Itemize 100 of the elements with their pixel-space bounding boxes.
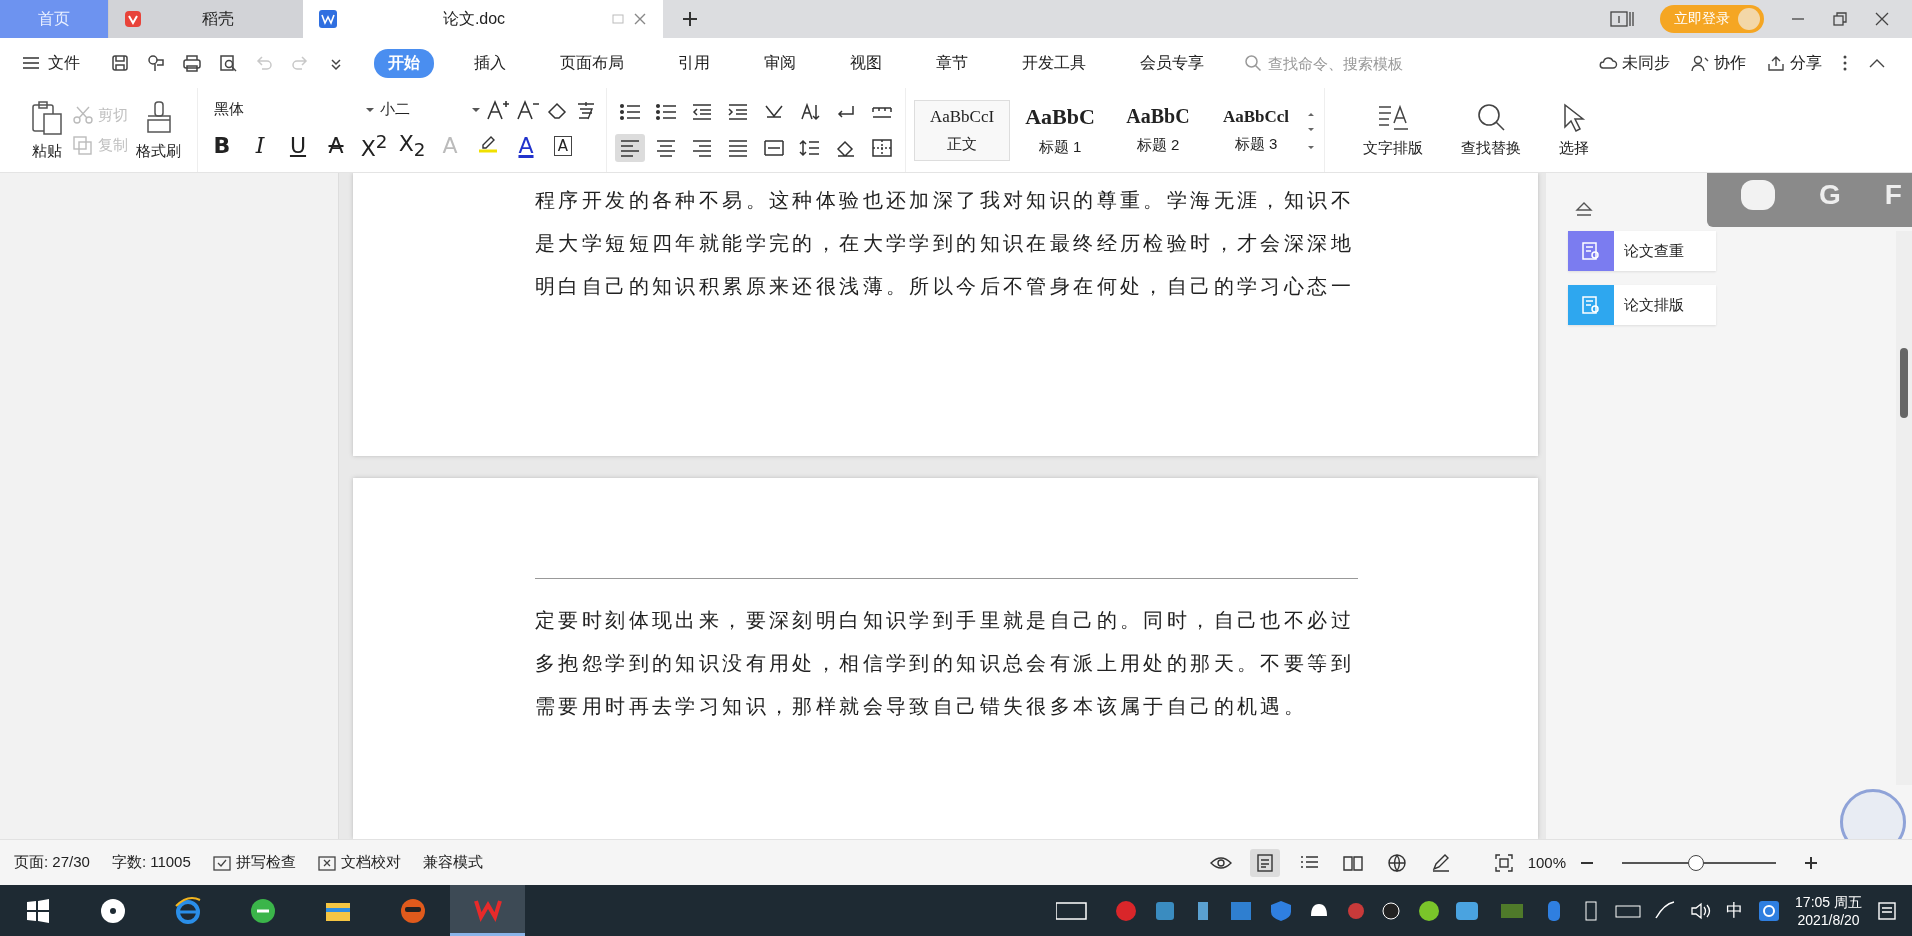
restore-icon[interactable] <box>1832 11 1848 27</box>
cloud-icon <box>1598 54 1618 72</box>
color-button[interactable]: A <box>510 133 542 159</box>
word-count: 字数: 11005 <box>111 853 191 872</box>
align-center-icon <box>655 138 677 158</box>
preview-icon[interactable] <box>218 53 238 73</box>
font-name-dropdown[interactable]: 黑体 <box>206 100 374 120</box>
ribbon-tab[interactable]: 插入 <box>460 48 520 78</box>
input-method-indicator[interactable]: 中 <box>1726 899 1744 922</box>
people-button[interactable]: 协作 <box>1690 52 1746 74</box>
font-size-dropdown[interactable]: 小二 <box>380 100 480 120</box>
indent-icon <box>727 102 749 122</box>
ribbon-tab[interactable]: 会员专享 <box>1126 48 1218 78</box>
compat-mode-label: 兼容模式 <box>422 853 483 872</box>
search-icon <box>1244 54 1262 72</box>
body-text-line: 多抱怨学到的知识没有用处，相信学到的知识总会有派上用处的那天。不要等到 <box>535 650 1355 677</box>
ribbon-tab[interactable]: 页面布局 <box>546 48 638 78</box>
border-button[interactable]: A <box>554 136 572 156</box>
wps-taskbar-icon[interactable] <box>450 885 525 936</box>
more-icon[interactable] <box>1842 54 1848 72</box>
docer-logo-icon <box>125 11 141 27</box>
format-painter-button[interactable]: 格式刷 <box>128 99 189 161</box>
new-tab-icon[interactable] <box>681 10 699 28</box>
writer-doc-icon <box>319 10 337 28</box>
x-box-icon <box>317 854 336 871</box>
style-preset[interactable]: AaBbC 标题 2 <box>1110 98 1206 162</box>
style-preset[interactable]: AaBbC 标题 1 <box>1012 96 1108 164</box>
close-icon[interactable] <box>1874 11 1890 27</box>
people-icon <box>1690 54 1710 72</box>
shrink-font-icon[interactable] <box>516 98 540 121</box>
close-icon[interactable] <box>633 12 647 26</box>
find-replace-button[interactable]: 查找替换 <box>1453 102 1529 158</box>
ribbon-tab[interactable]: 视图 <box>836 48 896 78</box>
justify-icon <box>727 138 749 158</box>
strike-button[interactable]: A <box>320 133 352 159</box>
numbering-icon <box>655 102 677 122</box>
ribbon-tab[interactable]: 引用 <box>664 48 724 78</box>
reading-mode-icon[interactable] <box>1610 10 1634 28</box>
plain-button[interactable]: X$^{2}$ <box>358 130 390 162</box>
share-button[interactable]: 分享 <box>1766 52 1822 74</box>
bullets-icon <box>619 102 641 122</box>
collapse-panel-icon[interactable] <box>1574 201 1594 217</box>
distribute-icon <box>763 138 785 158</box>
underline-button[interactable]: U <box>282 133 314 159</box>
proofread-button[interactable]: 文档校对 <box>317 853 401 872</box>
print-icon[interactable] <box>182 53 202 73</box>
document-search-glyph-icon <box>1580 294 1602 316</box>
align-left-icon <box>619 138 641 158</box>
borders-icon <box>871 138 893 158</box>
save-icon[interactable] <box>110 53 130 73</box>
avatar-icon <box>1738 8 1760 30</box>
scissors-icon <box>72 105 94 125</box>
copy-icon <box>72 135 94 155</box>
body-text-line: 程序开发的各种不易。这种体验也还加深了我对知识的尊重。学海无涯，知识不 <box>535 187 1355 214</box>
search-icon <box>1475 102 1507 133</box>
clock-date: 2021/8/20 <box>1797 910 1860 929</box>
grow-font-icon[interactable] <box>486 98 510 121</box>
checkbox-icon <box>212 854 231 871</box>
command-search-field[interactable]: 查找命令、搜索模板 <box>1244 53 1460 73</box>
page-view-icon[interactable] <box>1249 848 1280 877</box>
side-panel-button[interactable]: 论文查重 <box>1568 231 1716 271</box>
document-search-glyph-icon <box>1580 240 1602 262</box>
text-layout-button[interactable]: 文字排版 <box>1355 102 1431 158</box>
styles-scroll-icon[interactable] <box>1306 110 1316 150</box>
cloud-button[interactable]: 未同步 <box>1598 52 1670 74</box>
body-text-line: 是大学短短四年就能学完的，在大学学到的知识在最终经历检验时，才会深深地 <box>535 230 1355 257</box>
volume-icon[interactable] <box>1690 900 1713 921</box>
clipboard-icon <box>30 99 64 136</box>
spell-check-button[interactable]: 拼写检查 <box>212 853 296 872</box>
zoom-level-dropdown[interactable]: 100% <box>1527 854 1566 871</box>
body-text-line: 明白自己的知识积累原来还很浅薄。所以今后不管身在何处，自己的学习心态一 <box>535 273 1355 300</box>
shading-icon <box>835 138 857 158</box>
ribbon-tab[interactable]: 章节 <box>922 48 982 78</box>
collapse-ribbon-icon[interactable] <box>1868 57 1886 69</box>
share-icon <box>1766 54 1786 72</box>
ribbon-tab[interactable]: 审阅 <box>750 48 810 78</box>
fit-page-icon[interactable] <box>1493 852 1514 873</box>
clock-time: 17:05 周五 <box>1795 892 1862 911</box>
notification-icon[interactable] <box>1876 899 1898 922</box>
outdent-icon <box>691 102 713 122</box>
page-count: 页面: 27/30 <box>14 853 90 872</box>
sort-icon <box>799 102 821 122</box>
file-menu-button[interactable]: 文件 <box>22 52 80 74</box>
ribbon-tab[interactable]: 开发工具 <box>1008 48 1100 78</box>
bold-button[interactable]: B <box>206 133 238 159</box>
menu-icon <box>22 56 40 70</box>
style-preset[interactable]: AaBbCcl 标题 3 <box>1208 99 1304 161</box>
network-icon[interactable] <box>1757 898 1782 923</box>
plain-button[interactable]: X$_{2}$ <box>396 131 428 161</box>
style-preset[interactable]: AaBbCcI 正文 <box>914 99 1010 161</box>
document-tab[interactable]: 论文.doc <box>303 0 663 38</box>
align-left-button[interactable] <box>615 134 645 162</box>
vertical-scrollbar[interactable] <box>1896 231 1912 785</box>
scrollbar-thumb[interactable] <box>1900 348 1908 418</box>
italic-button[interactable]: I <box>244 133 276 159</box>
select-button[interactable]: 选择 <box>1551 102 1597 158</box>
document-tab[interactable]: 稻壳 <box>108 0 303 38</box>
zoom-in-icon[interactable] <box>1804 855 1818 870</box>
paste-button[interactable]: 粘贴 <box>22 99 72 161</box>
side-panel-button[interactable]: 论文排版 <box>1568 285 1716 325</box>
